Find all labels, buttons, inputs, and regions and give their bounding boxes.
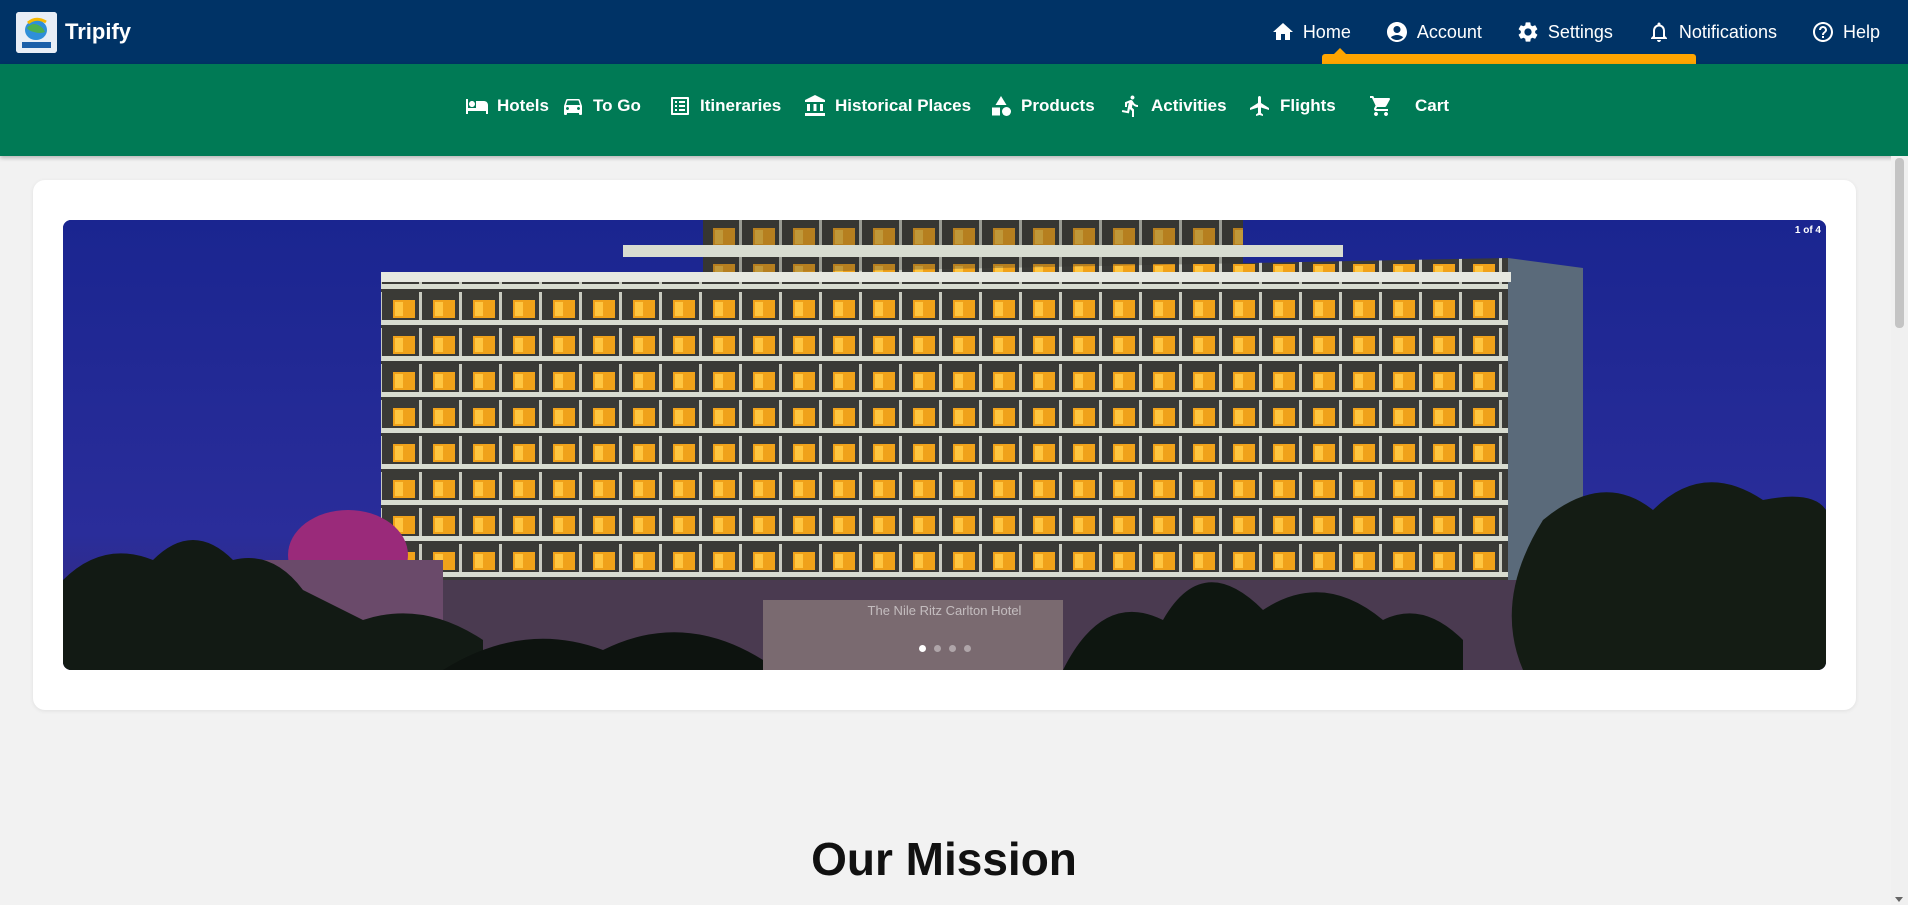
tripify-logo[interactable] [16, 12, 57, 53]
category-cart[interactable]: Cart [1369, 91, 1449, 121]
airplane-icon [1250, 96, 1269, 116]
nav-help-label: Help [1842, 21, 1880, 42]
nav-home[interactable]: Home [1271, 20, 1351, 44]
nav-settings[interactable]: Settings [1516, 20, 1613, 44]
carousel-dot[interactable] [918, 645, 926, 652]
category-products[interactable]: Products [989, 91, 1095, 121]
category-to-go[interactable]: To Go [561, 91, 641, 121]
category-activities[interactable]: Activities [1119, 91, 1227, 121]
featured-card: 1 of 4 The Nile Ritz Carlton Hotel [33, 180, 1856, 710]
category-historical-places[interactable]: Historical Places [803, 91, 971, 121]
category-to-go-label: To Go [593, 96, 641, 115]
category-cart-label: Cart [1415, 96, 1450, 115]
bed-icon [466, 99, 488, 114]
category-flights-label: Flights [1280, 96, 1336, 115]
nav-home-label: Home [1302, 21, 1351, 42]
category-flights[interactable]: Flights [1248, 91, 1336, 121]
carousel-indicators [63, 645, 1826, 652]
category-activities-label: Activities [1151, 96, 1227, 115]
scroll-down-arrow-icon[interactable] [1895, 897, 1903, 902]
running-icon [1121, 95, 1138, 117]
gear-icon [1518, 22, 1538, 42]
category-hotels-label: Hotels [497, 96, 549, 115]
carousel-dot[interactable] [948, 645, 956, 652]
list-icon [671, 97, 689, 115]
help-icon [1812, 22, 1833, 42]
category-itineraries-label: Itineraries [700, 96, 782, 115]
nav-notifications[interactable]: Notifications [1647, 20, 1777, 44]
shapes-icon [992, 96, 1011, 116]
category-products-label: Products [1021, 96, 1095, 115]
car-icon [564, 99, 582, 115]
bell-icon [1650, 22, 1667, 42]
carousel-dot[interactable] [963, 645, 971, 652]
brand-name: Tripify [65, 19, 132, 44]
slide-caption: The Nile Ritz Carlton Hotel [867, 603, 1022, 618]
nav-settings-label: Settings [1547, 21, 1613, 42]
category-itineraries[interactable]: Itineraries [668, 91, 781, 121]
category-historical-places-label: Historical Places [835, 96, 972, 115]
scrollbar-thumb[interactable] [1895, 158, 1904, 328]
cart-icon [1370, 96, 1391, 116]
category-hotels[interactable]: Hotels [465, 91, 549, 121]
hotel-carousel[interactable]: 1 of 4 The Nile Ritz Carlton Hotel [63, 220, 1826, 670]
carousel-dot[interactable] [933, 645, 941, 652]
nav-account-label: Account [1416, 21, 1482, 42]
nav-account[interactable]: Account [1385, 20, 1482, 44]
nav-notifications-label: Notifications [1678, 21, 1777, 42]
museum-icon [805, 95, 825, 116]
account-icon [1386, 22, 1407, 42]
category-bar: Hotels To Go Itineraries Historical Plac… [0, 64, 1908, 156]
page-scrollbar[interactable] [1891, 156, 1908, 905]
mission-heading: Our Mission [811, 833, 1077, 885]
nav-help[interactable]: Help [1811, 20, 1880, 44]
home-icon [1272, 23, 1293, 40]
slide-counter: 1 of 4 [1794, 225, 1821, 236]
